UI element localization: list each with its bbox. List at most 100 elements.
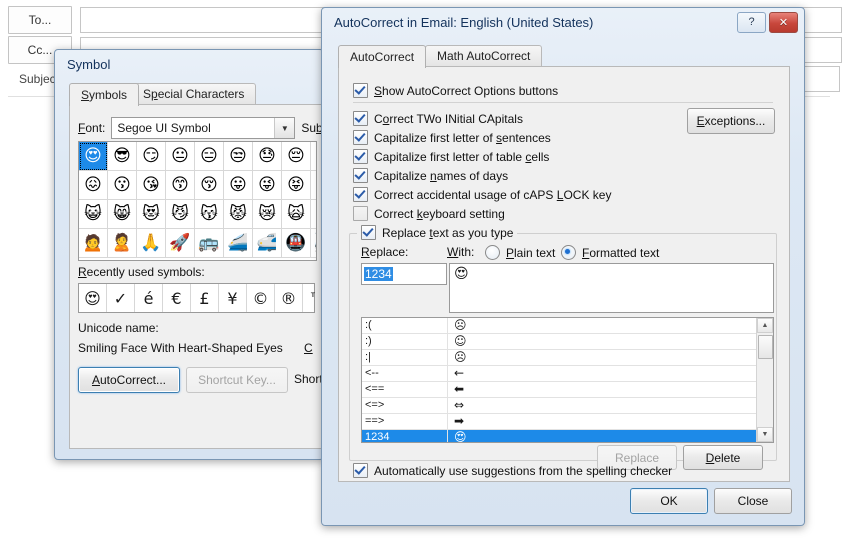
list-scrollbar[interactable]: ▲ ▼ [756, 318, 773, 442]
radio-plain-text[interactable]: Plain text [485, 245, 555, 260]
radio-icon[interactable] [561, 245, 576, 260]
symbol-cell[interactable]: 😻 [137, 200, 166, 229]
table-row[interactable]: ==> ➡ [362, 414, 756, 430]
checkbox-correct-keyboard-setting[interactable]: Correct keyboard setting [353, 206, 505, 221]
recent-symbol-cell[interactable]: ™ [303, 284, 316, 312]
symbol-cell[interactable]: 😜 [253, 171, 282, 200]
tab-symbols[interactable]: Symbols [69, 83, 140, 106]
table-row[interactable]: <-- ← [362, 366, 756, 382]
symbol-cell[interactable]: 😺 [79, 200, 108, 229]
symbol-cell[interactable]: 😞 [311, 171, 316, 200]
symbol-cell[interactable]: 🙀 [282, 200, 311, 229]
checkbox-icon[interactable] [353, 83, 368, 98]
symbol-cell[interactable]: 😸 [108, 200, 137, 229]
checkbox-capitalize-first-letter-sentences[interactable]: Capitalize first letter of sentences [353, 130, 551, 145]
symbol-cell[interactable]: 😺 [311, 200, 316, 229]
recent-symbol-cell[interactable]: é [135, 284, 163, 312]
chevron-down-icon[interactable]: ▼ [274, 118, 295, 138]
symbol-cell[interactable]: 😾 [224, 200, 253, 229]
replace-input[interactable]: 1234 [361, 263, 447, 285]
tab-autocorrect[interactable]: AutoCorrect [338, 45, 427, 68]
autocorrect-entries-list[interactable]: :(☹:) ☺:| ☹ <-- ← <== ⬅ <=> ⇔ ==> ➡ 1234 😍 ▲ ▼ [361, 317, 774, 443]
exceptions-button[interactable]: Exceptions... [687, 108, 775, 134]
tab-math-autocorrect[interactable]: Math AutoCorrect [425, 45, 543, 67]
symbol-cell[interactable]: 😘 [137, 171, 166, 200]
symbol-cell[interactable]: 😓 [253, 142, 282, 171]
recent-symbol-cell[interactable]: ® [275, 284, 303, 312]
symbol-cell[interactable]: 🚄 [224, 229, 253, 258]
symbol-cell[interactable]: 😎 [108, 142, 137, 171]
checkbox-correct-two-initial-capitals[interactable]: Correct TWo INitial CApitals [353, 111, 523, 126]
symbol-cell[interactable]: 🙎 [108, 229, 137, 258]
symbol-cell[interactable]: 😙 [166, 171, 195, 200]
checkbox-icon[interactable] [353, 463, 368, 478]
checkbox-capitalize-names-of-days[interactable]: Capitalize names of days [353, 168, 508, 183]
checkbox-replace-text-as-you-type[interactable]: Replace text as you type [357, 225, 518, 240]
symbol-cell[interactable]: 😼 [166, 200, 195, 229]
symbol-cell[interactable]: 😒 [224, 142, 253, 171]
table-row[interactable]: :) ☺ [362, 334, 756, 350]
with-input[interactable]: 😍 [449, 263, 774, 313]
delete-entry-button[interactable]: Delete [683, 445, 763, 470]
autocorrect-titlebar[interactable]: AutoCorrect in Email: English (United St… [322, 8, 804, 36]
checkbox-icon[interactable] [353, 168, 368, 183]
checkbox-capitalize-first-letter-table-cells[interactable]: Capitalize first letter of table cells [353, 149, 549, 164]
ok-button[interactable]: OK [630, 488, 708, 514]
symbol-cell[interactable]: 😽 [195, 200, 224, 229]
radio-icon[interactable] [485, 245, 500, 260]
recent-symbol-cell[interactable]: ✓ [107, 284, 135, 312]
symbol-cell[interactable]: 😛 [224, 171, 253, 200]
recent-symbol-cell[interactable]: © [247, 284, 275, 312]
checkbox-use-spelling-suggestions[interactable]: Automatically use suggestions from the s… [353, 463, 672, 478]
cancel-button[interactable]: Close [714, 488, 792, 514]
recent-symbol-cell[interactable]: £ [191, 284, 219, 312]
checkbox-icon[interactable] [353, 111, 368, 126]
checkbox-icon[interactable] [353, 206, 368, 221]
symbol-cell[interactable]: 🚅 [253, 229, 282, 258]
symbol-cell[interactable]: 😔 [282, 142, 311, 171]
recent-symbol-cell[interactable]: ¥ [219, 284, 247, 312]
table-row[interactable]: 1234 😍 [362, 430, 756, 442]
radio-formatted-text[interactable]: Formatted text [561, 245, 659, 260]
scroll-up-icon[interactable]: ▲ [757, 318, 773, 333]
table-row[interactable]: :(☹ [362, 318, 756, 334]
symbol-cell[interactable]: 🚀 [166, 229, 195, 258]
symbol-cell[interactable]: 😐 [166, 142, 195, 171]
symbol-cell[interactable]: 😝 [282, 171, 311, 200]
symbol-cell[interactable]: 🚇 [282, 229, 311, 258]
close-icon[interactable]: ✕ [769, 11, 798, 33]
symbol-grid[interactable]: 😍😎😏😐😑😒😓😔😕😖😗😘😙😚😛😜😝😞😺😸😻😼😽😾😿🙀😺🙍🙎🙏🚀🚌🚄🚅🚇🚈 [78, 141, 317, 261]
symbol-cell[interactable]: 😍 [79, 142, 108, 171]
table-row[interactable]: <== ⬅ [362, 382, 756, 398]
font-combobox[interactable]: Segoe UI Symbol ▼ [111, 117, 296, 139]
scroll-down-icon[interactable]: ▼ [757, 427, 773, 442]
to-button[interactable]: To... [8, 6, 72, 34]
symbol-cell[interactable]: 🙏 [137, 229, 166, 258]
symbol-cell[interactable]: 🚌 [195, 229, 224, 258]
recent-symbol-cell[interactable]: 😍 [79, 284, 107, 312]
checkbox-icon[interactable] [361, 225, 376, 240]
checkbox-icon[interactable] [353, 130, 368, 145]
table-row[interactable]: :| ☹ [362, 350, 756, 366]
symbol-cell[interactable]: 😕 [311, 142, 316, 171]
symbol-cell[interactable]: 😗 [108, 171, 137, 200]
symbol-dialog-titlebar[interactable]: Symbol [55, 50, 323, 78]
symbol-cell[interactable]: 😚 [195, 171, 224, 200]
symbol-cell[interactable]: 🙍 [79, 229, 108, 258]
recently-used-grid[interactable]: 😍✓é€£¥©®™ [78, 283, 315, 313]
symbol-cell[interactable]: 😏 [137, 142, 166, 171]
recent-symbol-cell[interactable]: € [163, 284, 191, 312]
symbol-cell[interactable]: 🚈 [311, 229, 316, 258]
scrollbar-thumb[interactable] [758, 335, 773, 359]
checkbox-show-autocorrect-options[interactable]: Show AutoCorrect Options buttons [353, 83, 558, 98]
table-row[interactable]: <=> ⇔ [362, 398, 756, 414]
checkbox-icon[interactable] [353, 187, 368, 202]
symbol-cell[interactable]: 😖 [79, 171, 108, 200]
autocorrect-button[interactable]: AutoCorrect... [78, 367, 180, 393]
checkbox-icon[interactable] [353, 149, 368, 164]
help-icon[interactable]: ? [737, 11, 766, 33]
symbol-cell[interactable]: 😑 [195, 142, 224, 171]
tab-special-characters[interactable]: Special Characters [131, 83, 257, 105]
symbol-cell[interactable]: 😿 [253, 200, 282, 229]
checkbox-correct-caps-lock[interactable]: Correct accidental usage of cAPS LOCK ke… [353, 187, 611, 202]
